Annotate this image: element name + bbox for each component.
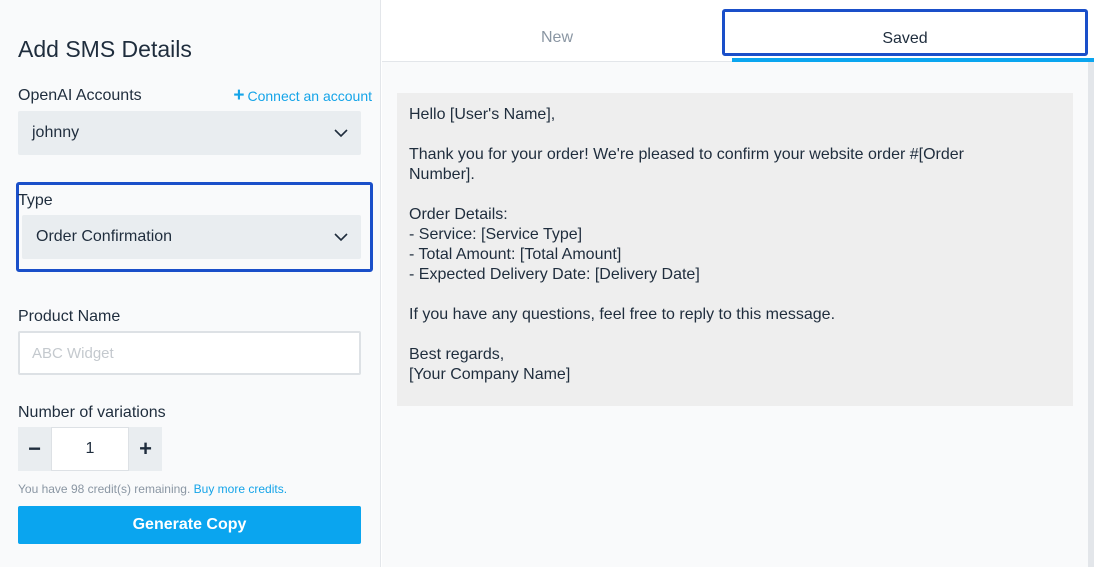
message-line: Number].: [409, 166, 475, 183]
generate-copy-button[interactable]: Generate Copy: [18, 506, 361, 544]
scrollbar[interactable]: [1088, 62, 1094, 567]
panel-title: Add SMS Details: [18, 36, 192, 62]
message-line: Best regards,: [409, 346, 505, 363]
message-line: - Expected Delivery Date: [Delivery Date…: [409, 266, 700, 283]
decrement-button[interactable]: −: [18, 427, 51, 471]
active-tab-indicator: [732, 58, 1094, 62]
type-select-value: Order Confirmation: [36, 228, 173, 245]
message-line: Order Details:: [409, 206, 508, 223]
message-line: Hello [User's Name],: [409, 106, 556, 123]
type-select[interactable]: Order Confirmation: [22, 215, 361, 259]
type-label: Type: [18, 192, 53, 209]
variations-label: Number of variations: [18, 404, 166, 421]
product-name-input[interactable]: [18, 331, 361, 375]
account-select-value: johnny: [32, 124, 80, 141]
variations-value-field[interactable]: 1: [51, 427, 129, 471]
credits-note: You have 98 credit(s) remaining. Buy mor…: [18, 482, 287, 496]
openai-account-select[interactable]: johnny: [18, 111, 361, 155]
product-name-label: Product Name: [18, 308, 121, 325]
openai-accounts-label: OpenAI Accounts: [18, 87, 142, 104]
tab-new[interactable]: New: [382, 0, 732, 62]
increment-button[interactable]: +: [129, 427, 162, 471]
sms-details-panel: Add SMS Details OpenAI Accounts + Connec…: [0, 0, 381, 567]
tab-saved[interactable]: Saved: [722, 9, 1088, 56]
buy-credits-link[interactable]: Buy more credits.: [194, 482, 287, 496]
saved-sms-message: Hello [User's Name], Thank you for your …: [397, 93, 1073, 406]
message-line: If you have any questions, feel free to …: [409, 306, 836, 323]
connect-account-label: Connect an account: [247, 88, 372, 104]
connect-account-link[interactable]: + Connect an account: [233, 85, 372, 106]
results-panel: New Saved Hello [User's Name], Thank you…: [382, 0, 1094, 567]
message-line: Thank you for your order! We're pleased …: [409, 146, 965, 163]
chevron-down-icon: [334, 129, 348, 138]
chevron-down-icon: [334, 233, 348, 242]
message-line: [Your Company Name]: [409, 366, 571, 383]
result-tabs: New Saved: [382, 0, 1094, 62]
credits-remaining-text: You have 98 credit(s) remaining.: [18, 482, 191, 496]
message-line: - Service: [Service Type]: [409, 226, 583, 243]
message-line: - Total Amount: [Total Amount]: [409, 246, 622, 263]
variations-stepper: − 1 +: [18, 427, 162, 471]
plus-icon: +: [233, 85, 245, 106]
